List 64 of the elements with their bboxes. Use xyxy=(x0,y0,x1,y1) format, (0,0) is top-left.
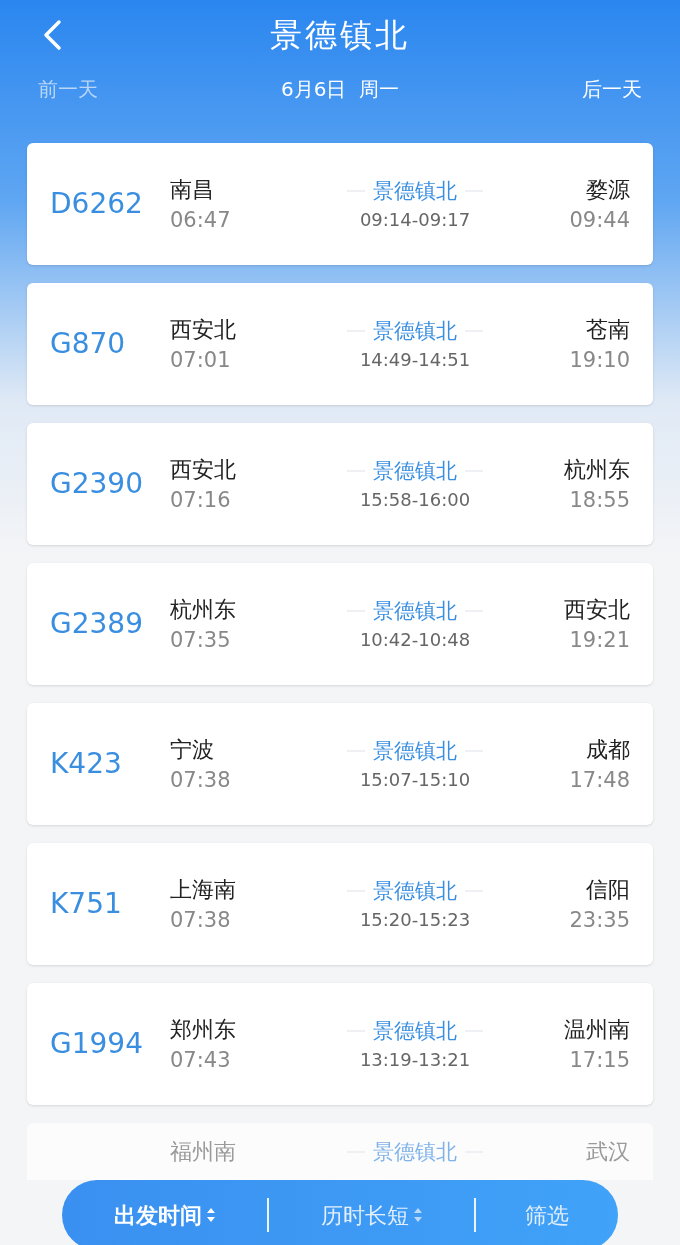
train-number: G1994 xyxy=(50,1027,143,1060)
departure-station: 上海南 xyxy=(170,876,237,904)
via-station: 景德镇北 xyxy=(373,318,457,345)
sort-arrows-icon xyxy=(205,1206,216,1224)
arrival-time: 17:48 xyxy=(569,767,630,793)
train-number: D6262 xyxy=(50,187,143,220)
departure-time: 07:43 xyxy=(170,1047,232,1073)
arrival-station: 武汉 xyxy=(586,1138,630,1166)
arrival-station: 信阳 xyxy=(586,876,630,904)
train-card[interactable]: G1994 郑州东 07:43 景德镇北 13:19-13:21 温州南 17:15 xyxy=(27,983,653,1105)
departure-station: 西安北 xyxy=(170,316,237,344)
train-number: G2389 xyxy=(50,607,143,640)
departure-station: 西安北 xyxy=(170,456,237,484)
date-label: 6月6日 周一 xyxy=(280,76,400,103)
via-station: 景德镇北 xyxy=(373,738,457,765)
arrival-time: 17:15 xyxy=(569,1047,630,1073)
page-title: 景德镇北 xyxy=(270,15,410,56)
arrival-station: 西安北 xyxy=(564,596,630,624)
arrival-station: 温州南 xyxy=(564,1016,630,1044)
stop-time: 14:49-14:51 xyxy=(359,348,471,372)
train-number: G870 xyxy=(50,327,126,360)
back-icon[interactable] xyxy=(42,19,62,51)
stop-time: 09:14-09:17 xyxy=(359,208,471,232)
departure-station: 杭州东 xyxy=(170,596,237,624)
train-number: G2390 xyxy=(50,467,143,500)
train-number: K751 xyxy=(50,887,122,920)
train-card[interactable]: G2390 西安北 07:16 景德镇北 15:58-16:00 杭州东 18:55 xyxy=(27,423,653,545)
train-card[interactable]: G870 西安北 07:01 景德镇北 14:49-14:51 苍南 19:10 xyxy=(27,283,653,405)
via-station: 景德镇北 xyxy=(373,1018,457,1045)
arrival-time: 23:35 xyxy=(569,907,630,933)
arrival-time: 19:21 xyxy=(569,627,630,653)
stop-time: 15:07-15:10 xyxy=(359,768,471,792)
arrival-time: 19:10 xyxy=(569,347,630,373)
arrival-station: 成都 xyxy=(586,736,630,764)
via-station: 景德镇北 xyxy=(373,1139,457,1166)
departure-time: 07:01 xyxy=(170,347,232,373)
departure-station: 福州南 xyxy=(170,1138,237,1166)
arrival-station: 婺源 xyxy=(586,176,630,204)
departure-station: 南昌 xyxy=(170,176,215,204)
departure-time: 06:47 xyxy=(170,207,232,233)
stop-time: 15:58-16:00 xyxy=(359,488,471,512)
stop-time: 13:19-13:21 xyxy=(359,1048,471,1072)
sort-arrows-icon xyxy=(412,1206,423,1224)
train-card[interactable]: D6262 南昌 06:47 景德镇北 09:14-09:17 婺源 09:44 xyxy=(27,143,653,265)
train-card[interactable]: G2389 杭州东 07:35 景德镇北 10:42-10:48 西安北 19:21 xyxy=(27,563,653,685)
via-station: 景德镇北 xyxy=(373,178,457,205)
departure-time: 07:38 xyxy=(170,907,232,933)
departure-time: 07:35 xyxy=(170,627,232,653)
stop-time: 15:20-15:23 xyxy=(359,908,471,932)
via-station: 景德镇北 xyxy=(373,458,457,485)
departure-time: 07:38 xyxy=(170,767,232,793)
arrival-station: 苍南 xyxy=(586,316,630,344)
via-station: 景德镇北 xyxy=(373,598,457,625)
train-number: K423 xyxy=(50,747,122,780)
train-card[interactable]: K751 上海南 07:38 景德镇北 15:20-15:23 信阳 23:35 xyxy=(27,843,653,965)
arrival-time: 09:44 xyxy=(569,207,630,233)
arrival-station: 杭州东 xyxy=(564,456,630,484)
stop-time: 10:42-10:48 xyxy=(359,628,471,652)
via-station: 景德镇北 xyxy=(373,878,457,905)
departure-time: 07:16 xyxy=(170,487,232,513)
departure-station: 宁波 xyxy=(170,736,215,764)
arrival-time: 18:55 xyxy=(569,487,630,513)
departure-station: 郑州东 xyxy=(170,1016,237,1044)
train-card[interactable]: K423 宁波 07:38 景德镇北 15:07-15:10 成都 17:48 xyxy=(27,703,653,825)
